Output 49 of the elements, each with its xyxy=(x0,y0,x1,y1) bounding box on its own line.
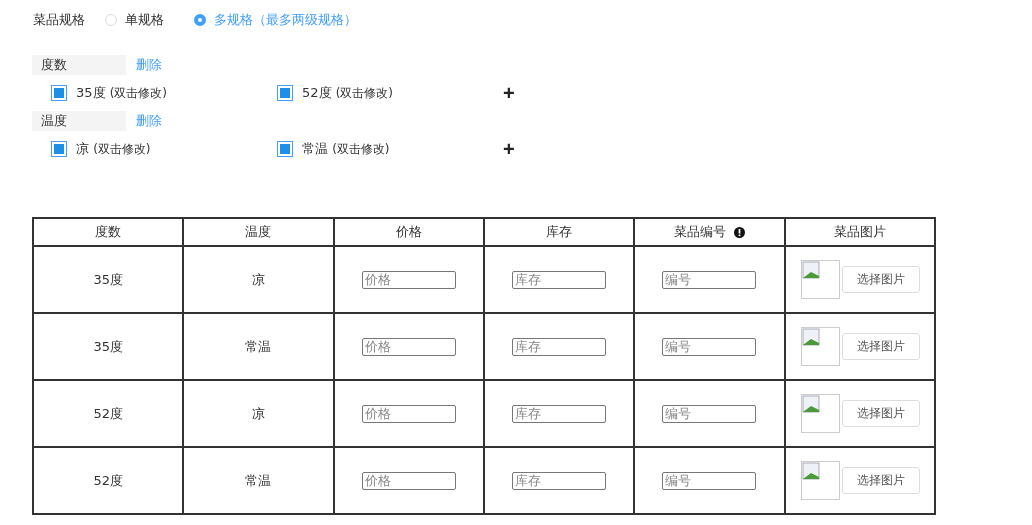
spec-value[interactable]: 凉 (双击修改) xyxy=(76,140,151,158)
spec-name: 温度 xyxy=(32,111,126,131)
stock-field[interactable]: 库存 xyxy=(512,270,607,289)
table-cell: 凉 xyxy=(252,405,265,421)
table-cell: 常温 xyxy=(245,472,272,488)
stock-field[interactable]: 库存 xyxy=(512,404,607,423)
checkbox[interactable] xyxy=(277,141,293,157)
column-header: 库存 xyxy=(546,223,573,241)
spec-value[interactable]: 常温 (双击修改) xyxy=(302,140,390,158)
column-header: 价格 xyxy=(395,223,422,241)
table-cell: 常温 xyxy=(245,338,272,354)
code-field[interactable]: 编号 xyxy=(662,471,757,490)
choose-image-button[interactable]: 选择图片 xyxy=(841,333,920,360)
checkbox[interactable] xyxy=(51,141,67,157)
table-cell: 52度 xyxy=(93,472,123,488)
checkbox[interactable] xyxy=(277,85,293,101)
code-field[interactable]: 编号 xyxy=(662,337,757,356)
price-field[interactable]: 价格 xyxy=(361,404,456,423)
column-header: 菜品编号 xyxy=(673,223,726,241)
code-field[interactable]: 编号 xyxy=(662,404,757,423)
broken-image-icon xyxy=(800,461,840,500)
stock-field[interactable]: 库存 xyxy=(512,337,607,356)
add-button[interactable]: + xyxy=(503,83,515,103)
table-cell: 52度 xyxy=(93,405,123,421)
price-field[interactable]: 价格 xyxy=(361,270,456,289)
add-button[interactable]: + xyxy=(503,139,515,159)
spec-value[interactable]: 52度 (双击修改) xyxy=(302,84,394,102)
column-header: 度数 xyxy=(95,223,122,241)
code-field[interactable]: 编号 xyxy=(662,270,757,289)
broken-image-icon xyxy=(800,327,840,366)
table-cell: 35度 xyxy=(93,271,123,287)
radio-option[interactable]: 单规格 xyxy=(105,11,164,29)
spec-value[interactable]: 35度 (双击修改) xyxy=(76,84,168,102)
choose-image-button[interactable]: 选择图片 xyxy=(841,266,920,293)
broken-image-icon xyxy=(800,260,840,299)
choose-image-button[interactable]: 选择图片 xyxy=(841,467,920,494)
stock-field[interactable]: 库存 xyxy=(512,471,607,490)
checkbox[interactable] xyxy=(51,85,67,101)
price-field[interactable]: 价格 xyxy=(361,337,456,356)
table-cell: 35度 xyxy=(93,338,123,354)
spec-name: 度数 xyxy=(32,55,126,75)
broken-image-icon xyxy=(800,394,840,433)
info-icon xyxy=(733,226,745,238)
field-label: 菜品规格 xyxy=(33,11,85,29)
price-field[interactable]: 价格 xyxy=(361,471,456,490)
column-header: 温度 xyxy=(245,223,272,241)
table-cell: 凉 xyxy=(252,271,265,287)
column-header: 菜品图片 xyxy=(833,223,886,241)
choose-image-button[interactable]: 选择图片 xyxy=(841,400,920,427)
